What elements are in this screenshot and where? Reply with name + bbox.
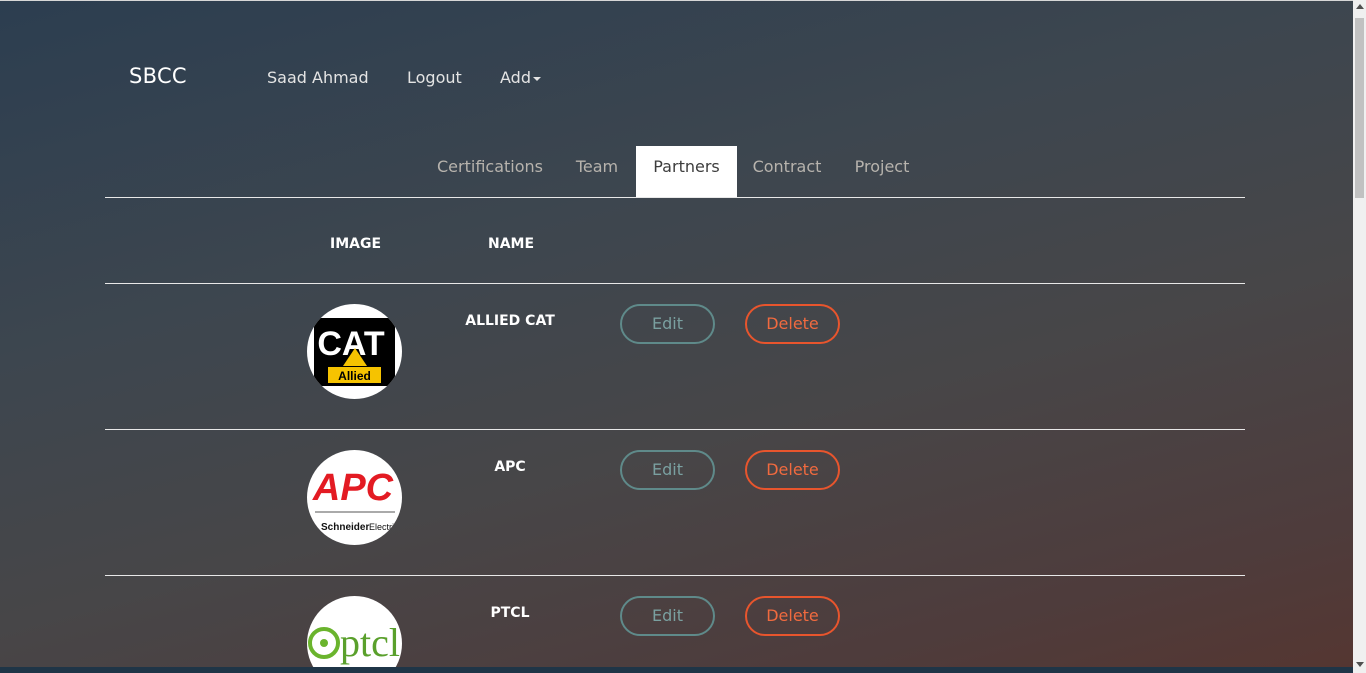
delete-button[interactable]: Delete [745, 304, 840, 344]
nav-user-link[interactable]: Saad Ahmad [267, 68, 369, 87]
svg-text:ptcl: ptcl [340, 620, 400, 665]
vertical-scrollbar[interactable] [1353, 0, 1366, 673]
caret-down-icon [532, 76, 541, 81]
delete-button[interactable]: Delete [745, 450, 840, 490]
divider [105, 197, 1245, 198]
apc-logo-graphic: APC Schneider Electric [312, 467, 399, 533]
divider [105, 429, 1245, 430]
tab-certifications[interactable]: Certifications [428, 146, 552, 197]
nav-add-dropdown[interactable]: Add [500, 68, 541, 87]
scroll-thumb[interactable] [1355, 18, 1364, 198]
edit-button[interactable]: Edit [620, 304, 715, 344]
partner-name: PTCL [490, 605, 530, 621]
bottom-edge-bar [0, 667, 1353, 673]
svg-text:APC: APC [312, 467, 394, 509]
partner-name: APC [494, 459, 526, 475]
partner-logo-apc: APC Schneider Electric [307, 450, 402, 545]
tab-contract[interactable]: Contract [745, 146, 829, 197]
ptcl-logo-graphic: ptcl [308, 620, 400, 665]
divider [105, 283, 1245, 284]
delete-button[interactable]: Delete [745, 596, 840, 636]
svg-text:Allied: Allied [338, 369, 371, 383]
tab-team[interactable]: Team [566, 146, 628, 197]
svg-text:Schneider: Schneider [321, 522, 369, 533]
partner-logo-ptcl: ptcl [307, 596, 402, 673]
edit-button[interactable]: Edit [620, 450, 715, 490]
scroll-down-arrow-icon[interactable] [1356, 662, 1364, 667]
edit-button[interactable]: Edit [620, 596, 715, 636]
cat-logo-graphic: CAT Allied [314, 318, 395, 386]
partner-name: ALLIED CAT [465, 313, 555, 329]
svg-text:Electric: Electric [369, 522, 399, 532]
column-header-image: IMAGE [330, 236, 382, 252]
partner-logo-cat: CAT Allied [307, 304, 402, 399]
nav-add-label: Add [500, 68, 531, 87]
tab-project[interactable]: Project [845, 146, 919, 197]
divider [105, 575, 1245, 576]
page: SBCC Saad Ahmad Logout Add Certification… [0, 0, 1353, 673]
scroll-up-arrow-icon[interactable] [1356, 4, 1364, 9]
nav-logout-link[interactable]: Logout [407, 68, 462, 87]
brand-logo[interactable]: SBCC [129, 64, 187, 88]
column-header-name: NAME [488, 236, 535, 252]
